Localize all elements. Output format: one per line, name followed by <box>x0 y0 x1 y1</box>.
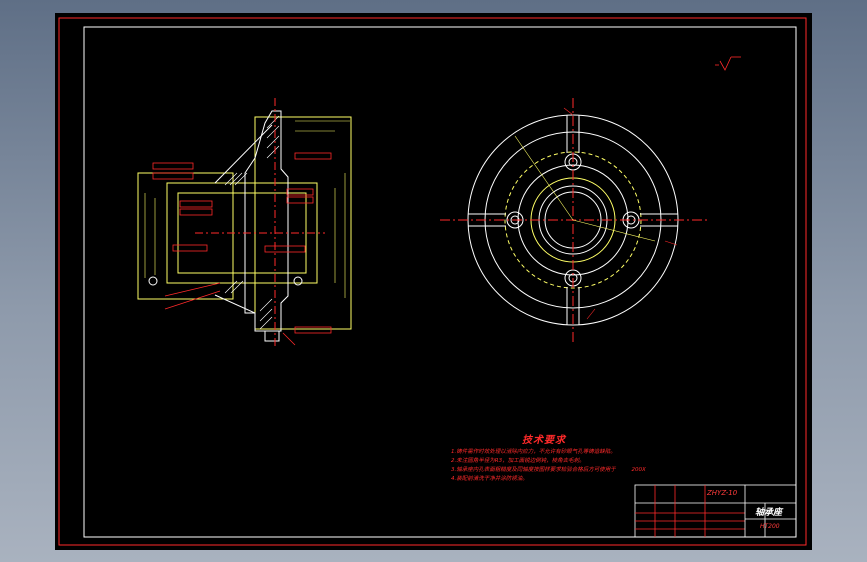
part-name: 轴承座 <box>755 508 783 518</box>
flange-frame <box>254 116 352 330</box>
tech-note-1: 1.铸件需作时效处理以消除内应力，不允许有砂眼气孔等铸造缺陷。 <box>451 449 616 455</box>
section-annotations <box>152 152 332 346</box>
end-view <box>440 98 710 343</box>
sheet-inner-border <box>83 26 797 538</box>
hatch-bottom <box>224 280 273 330</box>
tol-box-1 <box>152 162 194 170</box>
tol-box-8 <box>286 196 314 204</box>
flange-taper-bottom <box>214 294 256 314</box>
material: HT200 <box>760 523 780 530</box>
tech-note-3: 3.轴承座内孔表面粗糙度及同轴度按图样要求检验合格后方可使用于 200X <box>451 465 646 473</box>
tol-box-7 <box>286 188 314 196</box>
tol-box-9 <box>294 326 332 334</box>
section-bolt-hole-right <box>293 276 303 286</box>
tech-note-4: 4.装配前清洗干净并涂防锈油。 <box>451 476 528 482</box>
drawing-canvas[interactable]: 技术要求 1.铸件需作时效处理以消除内应力，不允许有砂眼气孔等铸造缺陷。 2.未… <box>55 13 812 550</box>
roughness-mark <box>715 56 741 71</box>
drawing-number: ZHYZ-10 <box>707 489 738 497</box>
drawing-sheet <box>58 17 807 546</box>
tol-box-6 <box>264 245 306 253</box>
flange-foot <box>264 330 280 342</box>
section-view <box>137 98 352 348</box>
radial-leader-1 <box>514 135 574 221</box>
flange-taper-top <box>214 124 273 184</box>
tol-box-3 <box>179 200 213 208</box>
section-dimension-lines <box>144 120 350 298</box>
section-outer-frame <box>137 172 234 300</box>
radial-leader-2 <box>572 219 656 242</box>
tech-note-3-text: 3.轴承座内孔表面粗糙度及同轴度按图样要求检验合格后方可使用于 <box>451 467 616 473</box>
tech-note-2: 2.未注圆角半径为R3，加工面锐边倒钝，棱角去毛刺。 <box>451 458 585 464</box>
sheet-outer-border <box>58 17 807 546</box>
cad-viewport: 技术要求 1.铸件需作时效处理以消除内应力，不允许有砂眼气孔等铸造缺陷。 2.未… <box>0 0 867 562</box>
flange-body <box>244 110 289 332</box>
tech-note-3-suffix: 200X <box>631 467 646 473</box>
section-bolt-hole-left <box>148 276 158 286</box>
tol-box-2 <box>152 172 194 180</box>
tol-box-10 <box>294 152 332 160</box>
tech-requirements-title: 技术要求 <box>522 435 566 446</box>
leader-3 <box>282 332 296 346</box>
tol-box-4 <box>179 208 213 216</box>
